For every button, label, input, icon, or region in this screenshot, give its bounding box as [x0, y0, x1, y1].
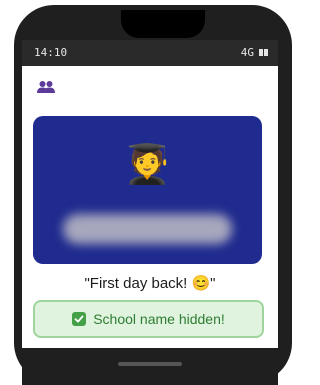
- app-screen: 🧑‍🎓 "First day back! 😊" School name hidd…: [22, 66, 278, 348]
- photo-card[interactable]: 🧑‍🎓: [33, 116, 262, 264]
- toast-message: School name hidden!: [93, 311, 225, 327]
- status-toast: School name hidden!: [33, 300, 264, 338]
- student-icon: 🧑‍🎓: [123, 142, 172, 186]
- status-bar: 14:10 4G: [22, 40, 278, 66]
- bottom-bar: [22, 348, 278, 385]
- phone-notch: [121, 10, 205, 38]
- home-indicator[interactable]: [118, 362, 182, 366]
- battery-icon: [259, 49, 268, 56]
- post-caption: "First day back! 😊": [84, 275, 216, 292]
- check-icon: [72, 312, 87, 326]
- status-indicators: 4G: [241, 46, 268, 59]
- status-time: 14:10: [34, 46, 68, 59]
- blurred-school-name: [63, 214, 232, 244]
- network-label: 4G: [240, 46, 254, 59]
- group-icon[interactable]: [37, 80, 55, 94]
